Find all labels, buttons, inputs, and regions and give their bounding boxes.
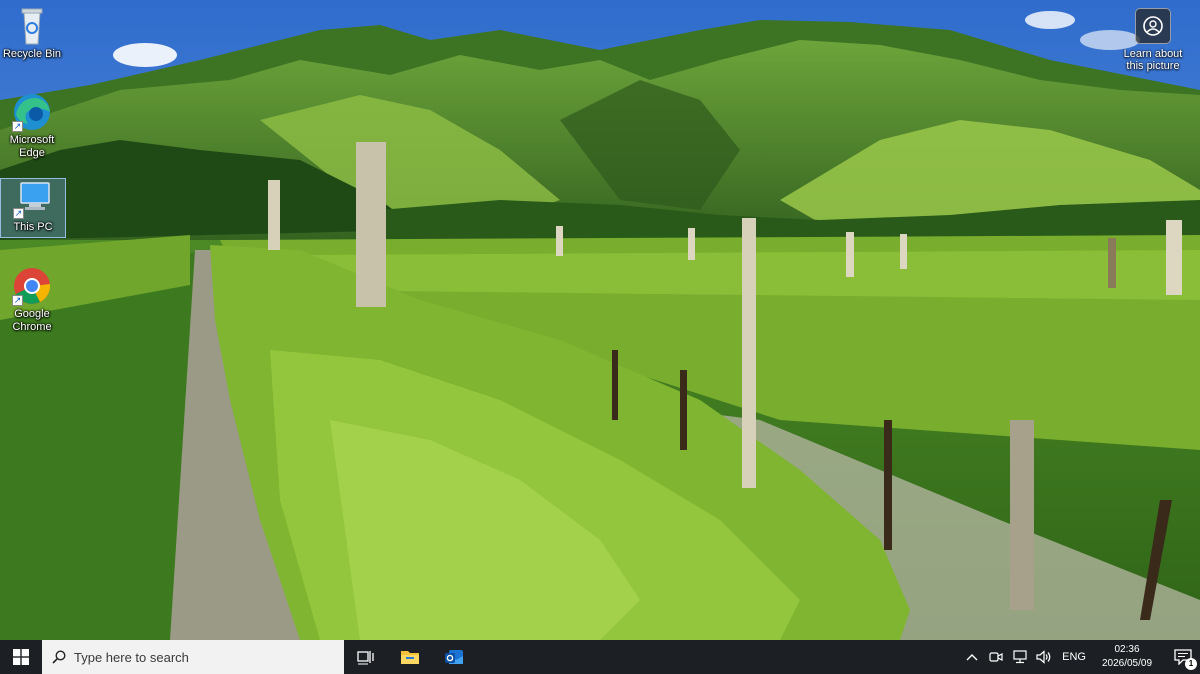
file-explorer-icon xyxy=(401,651,419,664)
task-view-icon xyxy=(357,651,374,665)
taskbar-search-box[interactable]: Type here to search xyxy=(42,640,344,674)
edge-icon: ↗ xyxy=(10,92,54,132)
show-hidden-icons-button[interactable] xyxy=(962,640,982,674)
desktop-icon-microsoft-edge[interactable]: ↗ Microsoft Edge xyxy=(0,92,64,160)
input-language-indicator[interactable]: ENG xyxy=(1062,651,1086,663)
search-icon xyxy=(52,650,66,664)
computer-icon: ↗ xyxy=(11,179,55,219)
action-center-button[interactable]: 1 xyxy=(1166,640,1200,674)
system-tray: ENG 02:36 2026/05/09 1 xyxy=(960,640,1200,674)
chrome-icon: ↗ xyxy=(10,266,54,306)
desktop-icon-recycle-bin[interactable]: Recycle Bin xyxy=(0,6,64,61)
taskbar-clock[interactable]: 02:36 2026/05/09 xyxy=(1096,643,1158,671)
windows-logo-icon xyxy=(13,649,29,665)
chevron-up-icon xyxy=(966,654,978,661)
file-explorer-button[interactable] xyxy=(388,640,432,674)
taskbar: Type here to search ENG 02:36 2026/05/09… xyxy=(0,640,1200,674)
outlook-icon xyxy=(445,650,463,664)
desktop-icon-label: Recycle Bin xyxy=(2,48,62,60)
shortcut-arrow-icon: ↗ xyxy=(12,295,23,306)
camera-icon xyxy=(1135,8,1171,44)
search-placeholder: Type here to search xyxy=(74,649,189,665)
desktop-icon-this-pc[interactable]: ↗ This PC xyxy=(0,178,66,238)
desktop-icon-google-chrome[interactable]: ↗ Google Chrome xyxy=(0,266,64,334)
shortcut-arrow-icon: ↗ xyxy=(13,208,24,219)
recycle-bin-icon xyxy=(10,6,54,46)
volume-button[interactable] xyxy=(1034,640,1054,674)
vineyard-landscape xyxy=(0,0,1200,640)
learn-about-picture-button[interactable]: Learn about this picture xyxy=(1118,8,1188,72)
clock-time: 02:36 xyxy=(1114,644,1140,655)
desktop-icon-label: This PC xyxy=(13,221,53,233)
desktop-wallpaper xyxy=(0,0,1200,640)
desktop-icon-label: Microsoft Edge xyxy=(9,134,55,159)
clock-date: 2026/05/09 xyxy=(1101,658,1153,669)
start-button[interactable] xyxy=(0,640,42,674)
meet-now-button[interactable] xyxy=(986,640,1006,674)
volume-icon xyxy=(1036,650,1051,664)
outlook-button[interactable] xyxy=(432,640,476,674)
meet-now-icon xyxy=(989,652,1003,662)
learn-about-label: Learn about this picture xyxy=(1123,48,1183,72)
task-view-button[interactable] xyxy=(344,640,388,674)
notification-count-badge: 1 xyxy=(1185,658,1197,670)
network-icon xyxy=(1013,650,1027,664)
network-button[interactable] xyxy=(1010,640,1030,674)
desktop-icon-label: Google Chrome xyxy=(12,308,52,333)
shortcut-arrow-icon: ↗ xyxy=(12,121,23,132)
